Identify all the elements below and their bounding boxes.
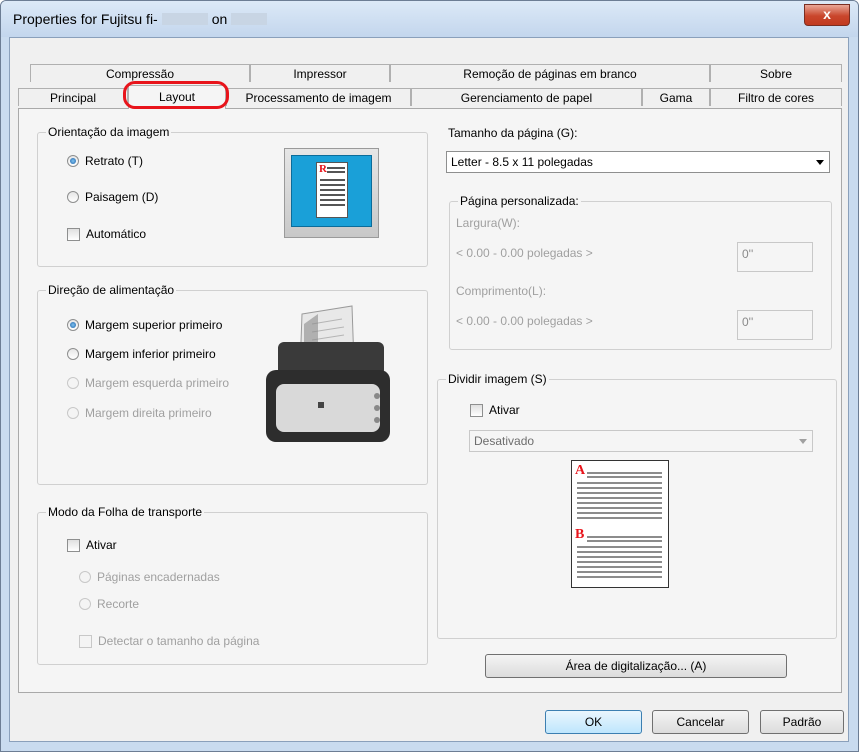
width-range: < 0.00 - 0.00 polegadas > <box>456 246 593 260</box>
tab-label: Sobre <box>759 67 793 81</box>
preview-page: R <box>316 162 348 218</box>
tab-filtro[interactable]: Filtro de cores <box>710 88 842 106</box>
checkbox-label: Ativar <box>489 403 520 417</box>
radio-label: Margem direita primeiro <box>85 406 212 420</box>
scanner-icon <box>266 305 390 442</box>
checkbox-icon <box>79 634 92 648</box>
title-mid: on <box>211 11 228 27</box>
radio-off-icon <box>67 377 79 389</box>
radio-feed-bottom[interactable]: Margem inferior primeiro <box>67 347 216 361</box>
scanner-image <box>262 304 392 444</box>
tab-label: Gama <box>659 91 693 105</box>
highlight-ring <box>123 81 229 109</box>
tab-processamento[interactable]: Processamento de imagem <box>226 88 411 106</box>
radio-on-icon <box>67 155 79 167</box>
tab-label: Filtro de cores <box>737 91 815 105</box>
checkbox-icon <box>67 227 80 241</box>
checkbox-label: Detectar o tamanho da página <box>98 634 260 648</box>
redacted-model <box>161 13 208 25</box>
radio-off-icon <box>67 191 79 203</box>
tab-label: Principal <box>49 91 97 105</box>
page-size-label: Tamanho da página (G): <box>448 126 578 140</box>
tab-label: Compressão <box>105 67 175 81</box>
tab-label: Remoção de páginas em branco <box>463 67 637 81</box>
radio-landscape[interactable]: Paisagem (D) <box>67 190 158 204</box>
checkbox-label: Ativar <box>86 538 117 552</box>
chevron-down-icon <box>799 439 807 444</box>
tab-label: Gerenciamento de papel <box>460 91 593 105</box>
close-icon: x <box>823 6 831 22</box>
close-button[interactable]: x <box>804 4 850 26</box>
tab-principal[interactable]: Principal <box>18 88 128 106</box>
checkbox-label: Automático <box>86 227 147 241</box>
radio-feed-right[interactable]: Margem direita primeiro <box>67 406 212 420</box>
group-label: Página personalizada: <box>458 194 581 208</box>
length-field[interactable]: 0'' <box>737 310 813 340</box>
orientation-preview: R <box>284 148 379 238</box>
radio-label: Recorte <box>97 597 140 611</box>
radio-label: Retrato (T) <box>85 154 144 168</box>
length-range: < 0.00 - 0.00 polegadas > <box>456 314 593 328</box>
cancel-button[interactable]: Cancelar <box>652 710 749 734</box>
checkbox-detect-size[interactable]: Detectar o tamanho da página <box>79 634 259 648</box>
split-preview: A B <box>571 460 669 588</box>
width-label: Largura(W): <box>456 216 521 230</box>
radio-off-icon <box>67 407 79 419</box>
tab-gerenciamento[interactable]: Gerenciamento de papel <box>411 88 642 106</box>
tab-compressao[interactable]: Compressão <box>30 64 250 82</box>
ok-button[interactable]: OK <box>545 710 642 734</box>
scan-area-button[interactable]: Área de digitalização... (A) <box>485 654 787 678</box>
checkbox-auto[interactable]: Automático <box>67 227 146 241</box>
redacted-host <box>231 13 268 25</box>
preview-screen: R <box>291 155 372 227</box>
split-mode-select[interactable]: Desativado <box>469 430 813 452</box>
radio-off-icon <box>67 348 79 360</box>
checkbox-split-enable[interactable]: Ativar <box>470 403 520 417</box>
radio-bound-pages[interactable]: Páginas encadernadas <box>79 570 220 584</box>
checkbox-carrier-enable[interactable]: Ativar <box>67 538 117 552</box>
window-title: Properties for Fujitsu fi- on <box>13 11 271 27</box>
radio-on-icon <box>67 319 79 331</box>
radio-feed-top[interactable]: Margem superior primeiro <box>67 318 222 332</box>
radio-off-icon <box>79 598 91 610</box>
radio-off-icon <box>79 571 91 583</box>
tab-sobre[interactable]: Sobre <box>710 64 842 82</box>
radio-label: Margem inferior primeiro <box>85 347 216 361</box>
page-size-select[interactable]: Letter - 8.5 x 11 polegadas <box>446 151 830 173</box>
width-field[interactable]: 0'' <box>737 242 813 272</box>
split-lines-icon <box>577 472 662 578</box>
length-label: Comprimento(L): <box>456 284 547 298</box>
radio-feed-left[interactable]: Margem esquerda primeiro <box>67 376 229 390</box>
select-value: Letter - 8.5 x 11 polegadas <box>451 155 593 169</box>
chevron-down-icon <box>816 160 824 165</box>
default-button[interactable]: Padrão <box>760 710 844 734</box>
group-label: Direção de alimentação <box>46 283 177 297</box>
tab-impressor[interactable]: Impressor <box>250 64 390 82</box>
preview-letter: R <box>319 163 327 175</box>
title-bar[interactable]: Properties for Fujitsu fi- on x <box>1 1 858 37</box>
radio-label: Margem superior primeiro <box>85 318 223 332</box>
tab-gama[interactable]: Gama <box>642 88 710 106</box>
radio-label: Páginas encadernadas <box>97 570 220 584</box>
tab-label: Impressor <box>293 67 347 81</box>
group-label: Orientação da imagem <box>46 125 172 139</box>
checkbox-icon <box>470 403 483 417</box>
checkbox-icon <box>67 538 80 552</box>
radio-portrait[interactable]: Retrato (T) <box>67 154 143 168</box>
select-value: Desativado <box>474 434 535 448</box>
radio-label: Margem esquerda primeiro <box>85 376 230 390</box>
radio-clip[interactable]: Recorte <box>79 597 139 611</box>
tab-label: Processamento de imagem <box>245 91 392 105</box>
tab-remocao[interactable]: Remoção de páginas em branco <box>390 64 710 82</box>
title-prefix: Properties for Fujitsu fi- <box>13 11 158 27</box>
group-label: Dividir imagem (S) <box>446 372 549 386</box>
group-label: Modo da Folha de transporte <box>46 505 205 519</box>
radio-label: Paisagem (D) <box>85 190 159 204</box>
